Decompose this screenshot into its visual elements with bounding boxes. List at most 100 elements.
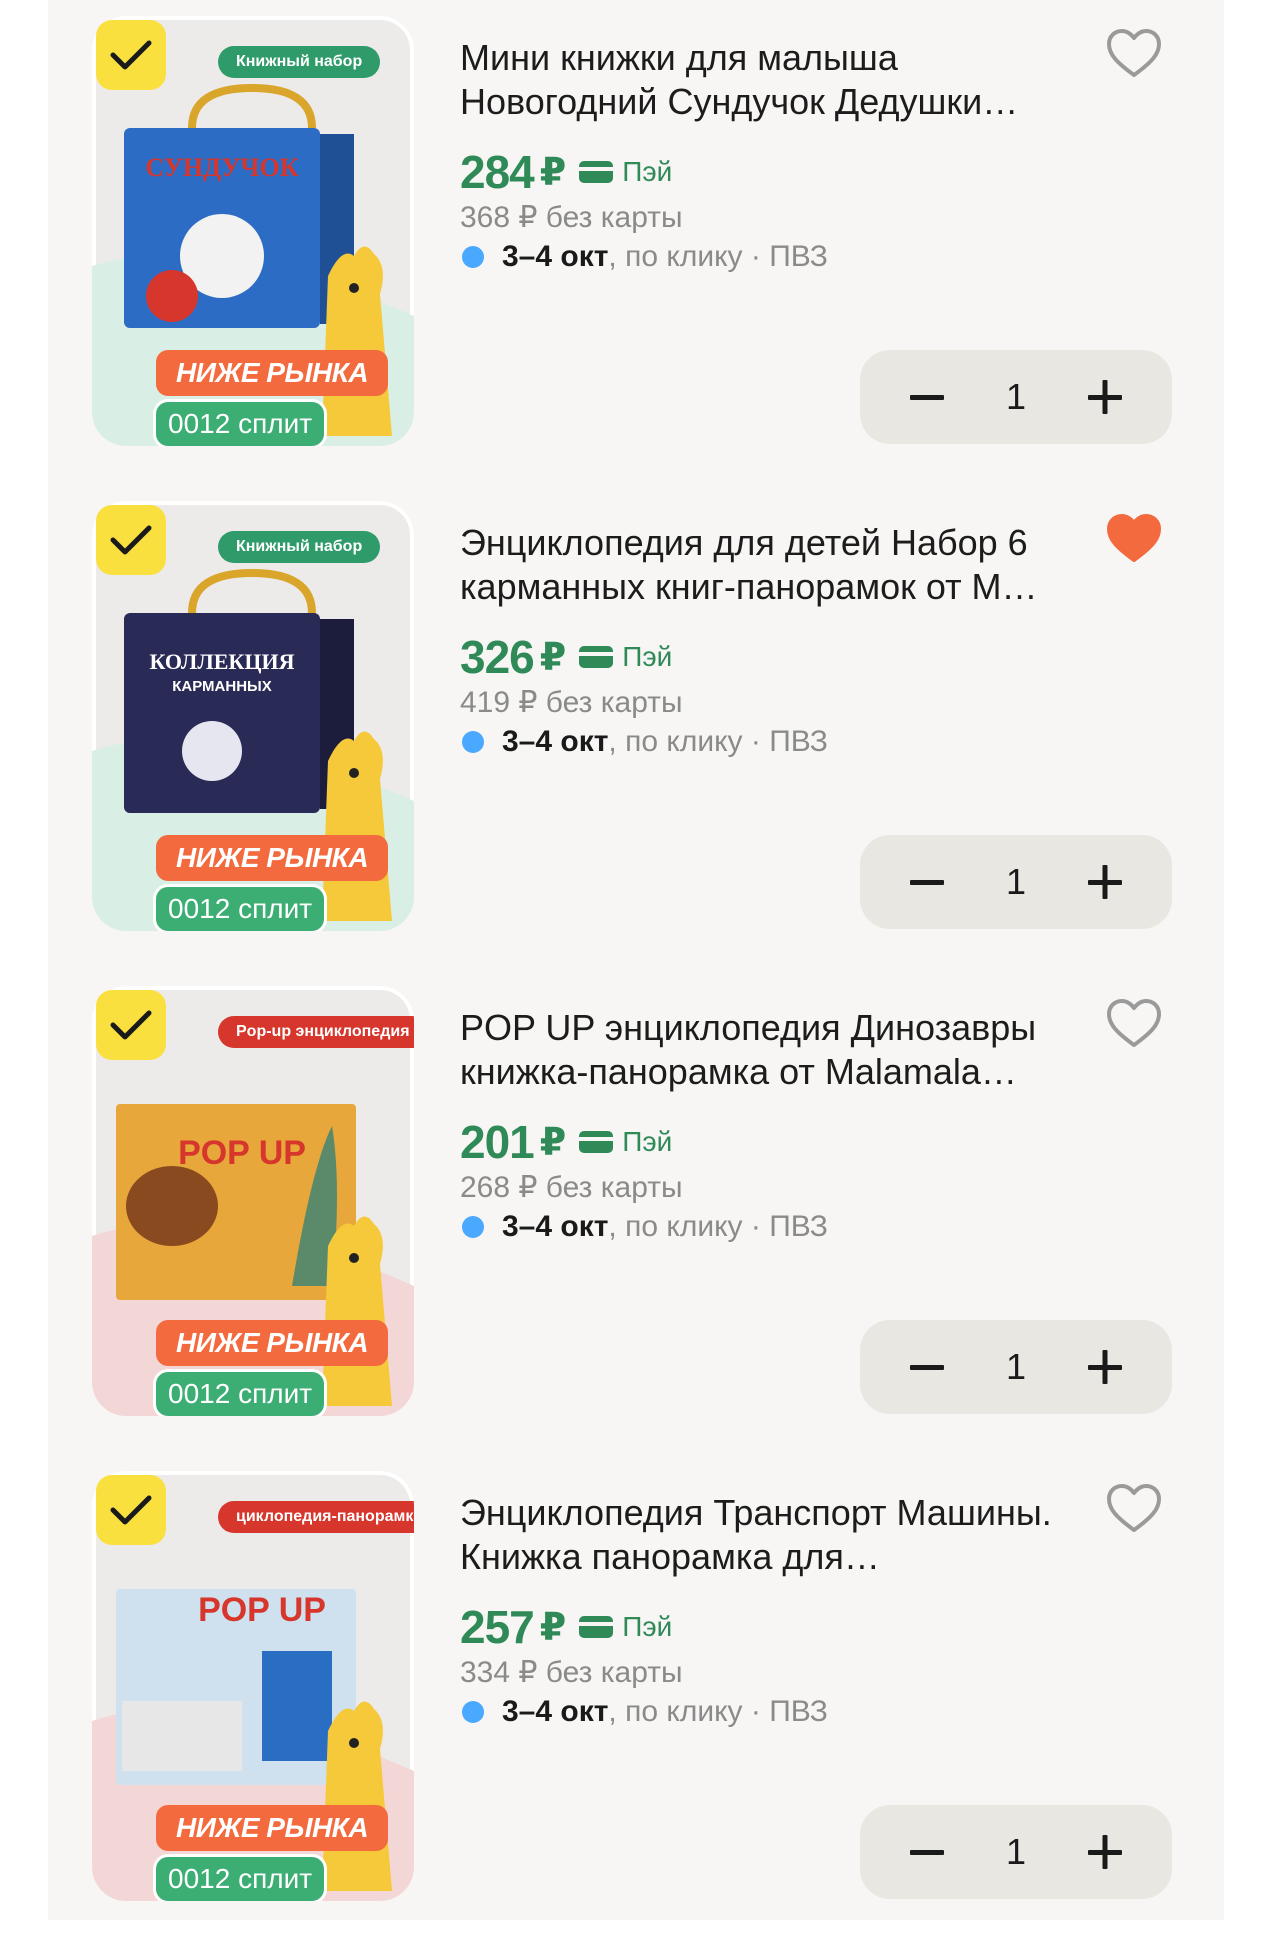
increase-button[interactable]: [1058, 1805, 1152, 1899]
card-price: 257: [460, 1601, 535, 1653]
box-handle: [188, 568, 316, 614]
cart-item: КОЛЛЕКЦИЯ КАРМАННЫХ Книжный набор НИЖЕ РЫ…: [48, 485, 1224, 965]
delivery-dot-icon: [462, 1701, 484, 1723]
delivery-info: 3–4 окт , по клику · ПВЗ: [460, 725, 828, 759]
delivery-dates: 3–4 окт: [502, 1695, 609, 1728]
currency-symbol: ₽: [539, 1606, 567, 1649]
below-market-badge: НИЖЕ РЫНКА: [156, 835, 389, 881]
category-chip: циклопедия-панорамка: [218, 1501, 414, 1533]
delivery-method: , по клику · ПВЗ: [608, 725, 828, 758]
card-price: 326: [460, 631, 535, 683]
llama-mascot-shape: [322, 1216, 392, 1406]
currency-symbol: ₽: [539, 636, 567, 679]
select-checkbox[interactable]: [96, 1475, 166, 1545]
llama-eye-shape: [349, 1253, 359, 1263]
category-chip: Pop-up энциклопедия: [218, 1016, 414, 1048]
pay-card-icon: [579, 1616, 614, 1638]
quantity-stepper: 1: [860, 1320, 1172, 1414]
mammoth-shape: [126, 1166, 218, 1246]
pay-card-icon: [579, 1131, 614, 1153]
pay-card-icon: [579, 161, 614, 183]
price-row: 326 ₽ Пэй: [460, 629, 672, 685]
quantity-stepper: 1: [860, 350, 1172, 444]
box-title-text: СУНДУЧОК: [145, 153, 298, 182]
select-checkbox[interactable]: [96, 20, 166, 90]
currency-symbol: ₽: [539, 1121, 567, 1164]
product-title[interactable]: Энциклопедия Транспорт Машины. Книжка па…: [460, 1491, 1100, 1579]
cart-item: POP UP циклопедия-панорамка НИЖЕ РЫНКА 0…: [48, 1455, 1224, 1935]
pay-card-icon: [579, 646, 614, 668]
llama-mascot-shape: [322, 731, 392, 921]
card-price: 201: [460, 1116, 535, 1168]
building-shape: [122, 1701, 242, 1771]
bus-shape: [262, 1651, 332, 1761]
increase-button[interactable]: [1058, 1320, 1152, 1414]
delivery-dates: 3–4 окт: [502, 1210, 609, 1243]
ball-shape: [146, 270, 198, 322]
favorite-heart-icon[interactable]: [1106, 998, 1162, 1050]
delivery-dot-icon: [462, 246, 484, 268]
pay-label: Пэй: [622, 156, 673, 187]
product-title[interactable]: POP UP энциклопедия Динозавры книжка-пан…: [460, 1006, 1100, 1094]
box-subtitle-text: КАРМАННЫХ: [172, 678, 271, 695]
select-checkbox[interactable]: [96, 990, 166, 1060]
pay-label: Пэй: [622, 641, 673, 672]
split-badge: 0012 сплит: [156, 402, 325, 446]
price-without-card: 334 ₽ без карты: [460, 1656, 683, 1689]
category-chip: Книжный набор: [218, 46, 381, 78]
currency-symbol: ₽: [539, 151, 567, 194]
llama-mascot-shape: [322, 246, 392, 436]
price-without-card: 268 ₽ без карты: [460, 1171, 683, 1204]
delivery-dates: 3–4 окт: [502, 725, 609, 758]
astronaut-shape: [182, 721, 242, 781]
select-checkbox[interactable]: [96, 505, 166, 575]
pay-label: Пэй: [622, 1611, 673, 1642]
quantity-stepper: 1: [860, 835, 1172, 929]
product-title[interactable]: Мини книжки для малыша Новогодний Сундуч…: [460, 36, 1100, 124]
below-market-badge: НИЖЕ РЫНКА: [156, 350, 389, 396]
price-row: 201 ₽ Пэй: [460, 1114, 672, 1170]
delivery-method: , по клику · ПВЗ: [608, 1695, 828, 1728]
delivery-info: 3–4 окт , по клику · ПВЗ: [460, 240, 828, 274]
quantity-stepper: 1: [860, 1805, 1172, 1899]
box-front: [124, 613, 320, 813]
delivery-info: 3–4 окт , по клику · ПВЗ: [460, 1695, 828, 1729]
split-badge: 0012 сплит: [156, 1857, 325, 1901]
llama-eye-shape: [349, 768, 359, 778]
checkmark-icon: [110, 525, 152, 555]
box-title-text: КОЛЛЕКЦИЯ: [150, 649, 295, 674]
price-row: 257 ₽ Пэй: [460, 1599, 672, 1655]
book-title-text: POP UP: [178, 1134, 306, 1172]
favorite-heart-icon[interactable]: [1106, 1483, 1162, 1535]
increase-button[interactable]: [1058, 835, 1152, 929]
checkmark-icon: [110, 1010, 152, 1040]
below-market-badge: НИЖЕ РЫНКА: [156, 1320, 389, 1366]
cart-item: POP UP Pop-up энциклопедия НИЖЕ РЫНКА 00…: [48, 970, 1224, 1450]
split-badge: 0012 сплит: [156, 1372, 325, 1416]
pay-label: Пэй: [622, 1126, 673, 1157]
price-row: 284 ₽ Пэй: [460, 144, 672, 200]
below-market-badge: НИЖЕ РЫНКА: [156, 1805, 389, 1851]
favorite-heart-icon[interactable]: [1106, 28, 1162, 80]
delivery-info: 3–4 окт , по клику · ПВЗ: [460, 1210, 828, 1244]
split-badge: 0012 сплит: [156, 887, 325, 931]
increase-button[interactable]: [1058, 350, 1152, 444]
checkmark-icon: [110, 1495, 152, 1525]
cart-item: СУНДУЧОК Книжный набор НИЖЕ РЫНКА 0012 с…: [48, 0, 1224, 480]
llama-eye-shape: [349, 1738, 359, 1748]
box-handle: [188, 83, 316, 129]
price-without-card: 419 ₽ без карты: [460, 686, 683, 719]
delivery-dot-icon: [462, 731, 484, 753]
llama-eye-shape: [349, 283, 359, 293]
category-chip: Книжный набор: [218, 531, 381, 563]
delivery-method: , по клику · ПВЗ: [608, 1210, 828, 1243]
favorite-heart-icon[interactable]: [1106, 513, 1162, 565]
llama-mascot-shape: [322, 1701, 392, 1891]
delivery-dates: 3–4 окт: [502, 240, 609, 273]
checkmark-icon: [110, 40, 152, 70]
book-title-text: POP UP: [198, 1591, 326, 1629]
product-title[interactable]: Энциклопедия для детей Набор 6 карманных…: [460, 521, 1100, 609]
delivery-method: , по клику · ПВЗ: [608, 240, 828, 273]
card-price: 284: [460, 146, 535, 198]
price-without-card: 368 ₽ без карты: [460, 201, 683, 234]
